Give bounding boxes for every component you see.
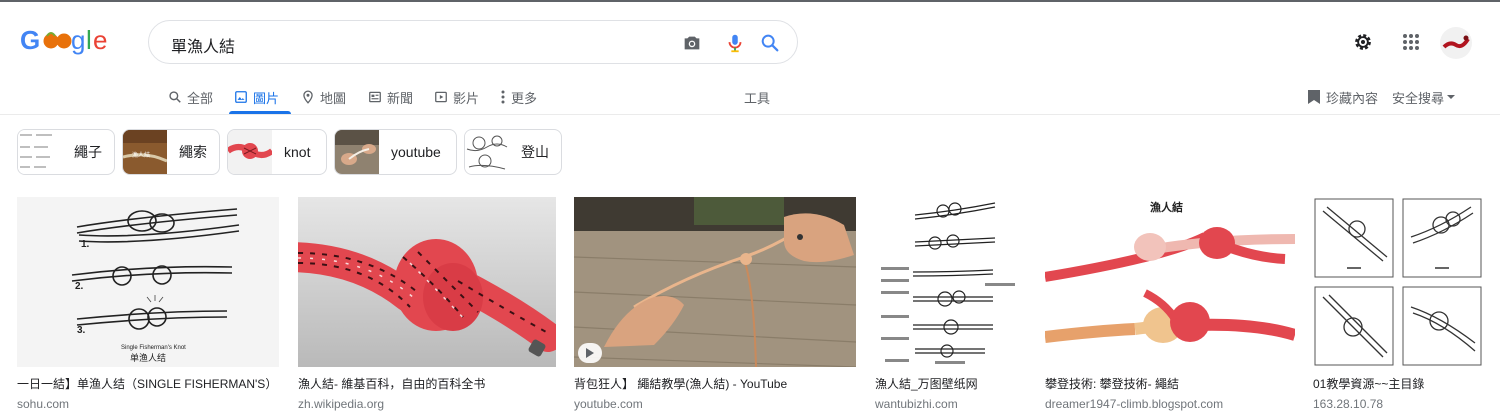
chip-label: 繩子 (74, 144, 102, 160)
result-title[interactable]: 攀登技術: 攀登技術- 繩結 (1045, 375, 1295, 392)
settings-gear-icon[interactable] (1352, 31, 1374, 53)
chip-cordage[interactable]: 漁人結 繩索 (122, 129, 220, 175)
google-logo[interactable]: G g l e (20, 24, 112, 56)
window-top-border (0, 0, 1500, 2)
image-result[interactable]: 1. 2. 3. Single Fisherman's Knot 单渔人结 一日… (17, 197, 279, 411)
tab-label: 更多 (511, 90, 538, 106)
result-thumbnail[interactable] (1313, 197, 1483, 367)
search-box[interactable]: 單漁人結 (148, 20, 798, 64)
image-result[interactable]: 漁人結- 維基百科，自由的百科全书 zh.wikipedia.org (298, 197, 556, 411)
result-title[interactable]: 漁人結- 維基百科，自由的百科全书 (298, 375, 556, 392)
safe-search-dropdown[interactable]: 安全搜尋 (1392, 84, 1456, 110)
chip-label: 繩索 (179, 144, 207, 160)
image-icon (235, 91, 247, 103)
tabs-divider (0, 114, 1500, 115)
search-tabs: 全部 圖片 地圖 新聞 影片 更多 工具 珍藏內容 安全搜尋 (0, 80, 1500, 114)
result-site: zh.wikipedia.org (298, 397, 385, 411)
result-site: youtube.com (574, 397, 643, 411)
caret-down-icon (1447, 95, 1456, 99)
chip-rope[interactable]: 繩子 (17, 129, 115, 175)
result-site: 163.28.10.78 (1313, 397, 1384, 411)
bookmark-icon (1308, 90, 1320, 104)
tab-videos[interactable]: 影片 (434, 84, 479, 110)
result-title[interactable]: 一日一結】单渔人结（SINGLE FISHERMAN'S） (17, 375, 279, 392)
safe-search-label: 安全搜尋 (1392, 90, 1445, 106)
result-thumbnail[interactable] (875, 197, 1025, 367)
hands-tying-rope-image (574, 197, 856, 367)
tab-label: 影片 (453, 90, 480, 106)
step-2-label: 2. (75, 281, 84, 292)
tools-label: 工具 (744, 90, 771, 106)
chip-climbing[interactable]: 登山 (464, 129, 562, 175)
chip-knot[interactable]: knot (227, 129, 327, 175)
camera-icon[interactable] (681, 32, 703, 54)
collections-label: 珍藏內容 (1326, 90, 1379, 106)
chip-label: 登山 (521, 144, 549, 160)
chip-thumb-text: 漁人結 (132, 151, 150, 159)
svg-text:l: l (86, 25, 92, 55)
search-icon[interactable] (759, 32, 781, 54)
video-icon (435, 91, 447, 103)
result-title[interactable]: 背包狂人】 繩結教學(漁人結) - YouTube (574, 375, 856, 392)
tab-images[interactable]: 圖片 (234, 84, 279, 110)
diagram-caption-zh: 单渔人结 (130, 352, 166, 363)
two-rope-knots-image: 漁人結 (1045, 197, 1295, 367)
tab-label: 新聞 (387, 90, 414, 106)
tab-news[interactable]: 新聞 (368, 84, 413, 110)
avatar[interactable] (1440, 27, 1472, 59)
result-site: dreamer1947-climb.blogspot.com (1045, 397, 1224, 411)
knot-steps-diagram-image (875, 197, 1025, 367)
result-thumbnail[interactable]: 1. 2. 3. Single Fisherman's Knot 单渔人结 (17, 197, 279, 367)
tab-more[interactable]: 更多 (500, 84, 537, 110)
red-rope-knot-image (298, 197, 556, 367)
chip-thumbnail (228, 130, 272, 174)
apps-grid-icon[interactable] (1402, 33, 1420, 51)
news-icon (369, 91, 381, 103)
image-result[interactable]: 漁人結_万图壁纸网 wantubizhi.com (875, 197, 1025, 411)
chip-label: youtube (391, 144, 441, 160)
diagram-caption-en: Single Fisherman's Knot (121, 345, 186, 351)
svg-text:e: e (93, 25, 107, 55)
chip-youtube[interactable]: youtube (334, 129, 457, 175)
result-site: sohu.com (17, 397, 70, 411)
tab-label: 全部 (187, 90, 214, 106)
result-title[interactable]: 漁人結_万图壁纸网 (875, 375, 1025, 392)
collections-link[interactable]: 珍藏內容 (1307, 84, 1378, 110)
image-result[interactable]: 背包狂人】 繩結教學(漁人結) - YouTube youtube.com (574, 197, 856, 411)
step-3-label: 3. (77, 325, 86, 336)
tab-all[interactable]: 全部 (168, 84, 213, 110)
result-site: wantubizhi.com (875, 397, 958, 411)
result-thumbnail[interactable]: 漁人結 (1045, 197, 1295, 367)
avatar-image-icon (1442, 35, 1470, 49)
image-result[interactable]: 01教學資源~~主目錄 163.28.10.78 (1313, 197, 1483, 411)
step-1-label: 1. (81, 239, 90, 250)
play-icon (586, 348, 594, 358)
microphone-icon[interactable] (724, 32, 746, 54)
map-pin-icon (303, 90, 313, 104)
svg-text:g: g (71, 25, 85, 55)
chip-thumbnail (335, 130, 379, 174)
search-input[interactable]: 單漁人結 (171, 33, 235, 57)
search-icon (169, 91, 181, 103)
result-thumbnail[interactable] (298, 197, 556, 367)
chip-thumbnail: 漁人結 (123, 130, 167, 174)
tools-button[interactable]: 工具 (744, 84, 770, 110)
knot-diagram-image: 1. 2. 3. Single Fisherman's Knot 单渔人结 (17, 197, 279, 367)
tab-label: 地圖 (320, 90, 347, 106)
knot-panels-image (1313, 197, 1483, 367)
chip-label: knot (284, 144, 311, 160)
result-thumbnail[interactable] (574, 197, 856, 367)
more-vert-icon (501, 90, 505, 104)
result-title[interactable]: 01教學資源~~主目錄 (1313, 375, 1483, 392)
image-result[interactable]: 漁人結 攀登技術: 攀登技術- 繩結 dreamer1947-climb.blo… (1045, 197, 1295, 411)
tab-maps[interactable]: 地圖 (301, 84, 346, 110)
image-heading: 漁人結 (1150, 200, 1183, 214)
tab-label: 圖片 (253, 90, 280, 106)
svg-text:G: G (20, 25, 40, 55)
chip-thumbnail (465, 130, 509, 174)
chip-thumbnail (18, 130, 62, 174)
video-play-badge (578, 343, 602, 363)
